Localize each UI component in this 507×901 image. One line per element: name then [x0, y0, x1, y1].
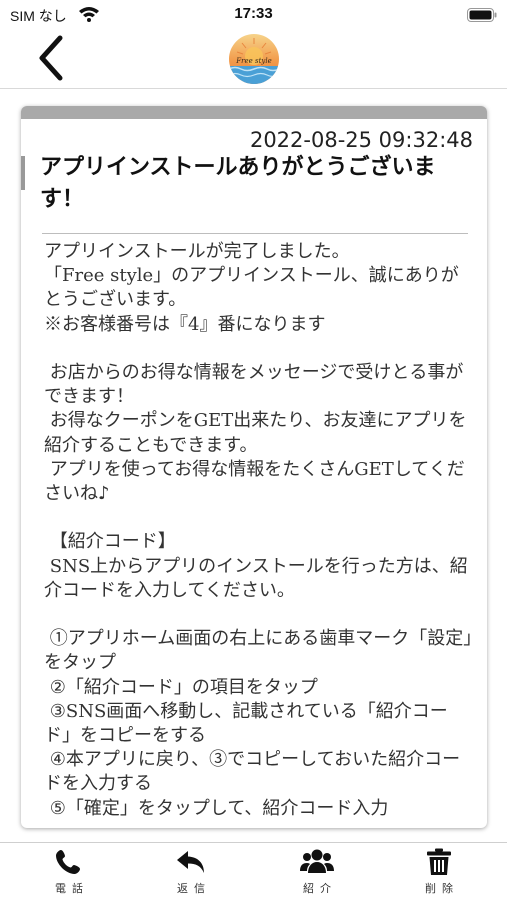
phone-icon [56, 850, 80, 874]
clock: 17:33 [234, 5, 273, 22]
reply-icon [177, 851, 204, 873]
title-accent-bar [21, 156, 25, 190]
tab-label-reply: 返信 [177, 882, 211, 895]
call-button[interactable]: 電話 [29, 847, 109, 896]
back-button[interactable] [30, 34, 70, 82]
title-divider [42, 233, 468, 234]
battery-icon [467, 8, 497, 22]
status-bar: SIM なし 17:33 [0, 0, 507, 30]
navigation-bar: Free style [0, 30, 507, 89]
tab-label-call: 電話 [55, 882, 89, 895]
message-body: アプリインストールが完了しました。 「Free style」のアプリインストール… [44, 241, 473, 819]
delete-button[interactable]: 削除 [399, 847, 479, 896]
tab-label-delete: 削除 [425, 882, 459, 895]
bottom-toolbar: 電話 返信 紹介 削除 [0, 842, 507, 901]
chevron-left-icon [39, 35, 63, 81]
users-icon [300, 849, 334, 873]
logo-wordmark: Free style [235, 57, 271, 65]
trash-icon [427, 848, 451, 875]
reply-button[interactable]: 返信 [151, 847, 231, 896]
message-date: 2022-08-25 09:32:48 [249, 128, 473, 152]
tab-label-introduce: 紹介 [303, 882, 337, 895]
introduce-button[interactable]: 紹介 [277, 847, 357, 896]
message-card: 2022-08-25 09:32:48 アプリインストールありがとうございます！… [21, 106, 487, 828]
app-logo: Free style [229, 34, 279, 84]
message-title: アプリインストールありがとうございます！ [40, 155, 436, 212]
card-header-bar [21, 106, 487, 119]
